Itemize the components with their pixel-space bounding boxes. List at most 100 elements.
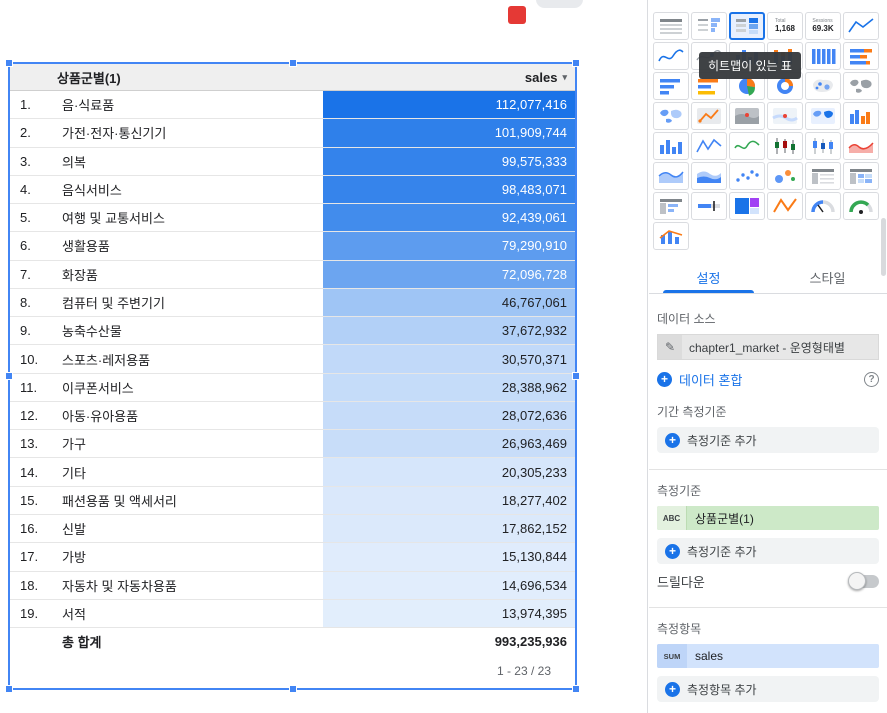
tab-style[interactable]: 스타일 (768, 262, 887, 293)
area-chart-icon[interactable] (653, 162, 689, 190)
scatter-chart-icon[interactable] (729, 162, 765, 190)
bubble-chart-icon[interactable] (767, 162, 803, 190)
table-row[interactable]: 7. 화장품 72,096,728 (10, 260, 575, 289)
selection-handle[interactable] (288, 685, 297, 693)
row-category: 농축수산물 (62, 324, 122, 340)
gauge-chart-icon[interactable] (805, 192, 841, 220)
row-index: 2. (20, 125, 31, 141)
candlestick-chart-icon[interactable] (767, 132, 803, 160)
pivot-table-icon[interactable] (805, 162, 841, 190)
report-canvas[interactable]: 상품군별(1) sales ▾ 1. 음·식료품 112,077,416 2. … (0, 0, 648, 713)
selection-handle[interactable] (572, 372, 580, 380)
add-dimension-button[interactable]: + 측정기준 추가 (657, 538, 879, 564)
chart-type-picker: Total 1,168 Sessions 69.3K (649, 0, 887, 256)
table-with-bars-icon[interactable] (691, 12, 727, 40)
panel-tabs: 설정 스타일 (649, 262, 887, 294)
table-row[interactable]: 17. 가방 15,130,844 (10, 543, 575, 572)
selection-handle[interactable] (572, 59, 580, 67)
table-row[interactable]: 13. 가구 26,963,469 (10, 430, 575, 459)
table-row[interactable]: 3. 의복 99,575,333 (10, 147, 575, 176)
add-metric-button[interactable]: + 측정항목 추가 (657, 676, 879, 702)
table-pagination[interactable]: 1 - 23 / 23 (10, 654, 575, 688)
candlestick-chart-2-icon[interactable] (805, 132, 841, 160)
route-map-icon[interactable] (691, 102, 727, 130)
row-index: 1. (20, 97, 31, 113)
table-row[interactable]: 4. 음식서비스 98,483,071 (10, 175, 575, 205)
dimension-chip[interactable]: ABC 상품군별(1) (657, 506, 879, 530)
filled-geo-map-icon[interactable] (653, 102, 689, 130)
add-date-dimension-button[interactable]: + 측정기준 추가 (657, 427, 879, 453)
row-value-heatcell: 99,575,333 (323, 147, 575, 175)
bullet-chart-icon[interactable] (691, 192, 727, 220)
table-row[interactable]: 12. 아동·유아용품 28,072,636 (10, 401, 575, 431)
toolbar-control-partial[interactable] (536, 0, 583, 8)
grouped-column-chart-icon[interactable] (843, 102, 879, 130)
choropleth-map-icon[interactable] (805, 102, 841, 130)
row-index: 3. (20, 153, 31, 169)
smooth-line-chart-icon[interactable] (729, 132, 765, 160)
time-series-icon[interactable] (843, 12, 879, 40)
row-value-heatcell: 28,388,962 (323, 373, 575, 401)
table-row[interactable]: 16. 신발 17,862,152 (10, 514, 575, 544)
blend-data-row[interactable]: + 데이터 혼합 ? (657, 370, 879, 389)
table-row[interactable]: 18. 자동차 및 자동차용품 14,696,534 (10, 571, 575, 600)
heat-map-icon[interactable] (729, 102, 765, 130)
sort-caret-icon: ▾ (562, 71, 567, 82)
bar-chart-icon[interactable] (653, 72, 689, 100)
table-row[interactable]: 14. 기타 20,305,233 (10, 458, 575, 487)
smoothed-time-series-icon[interactable] (653, 42, 689, 70)
selection-handle[interactable] (5, 372, 13, 380)
stacked-area-chart-icon[interactable] (691, 162, 727, 190)
geo-bubble-map-icon[interactable] (805, 72, 841, 100)
table-row[interactable]: 8. 컴퓨터 및 주변기기 46,767,061 (10, 288, 575, 318)
help-icon[interactable]: ? (864, 372, 879, 387)
dimension-column-header[interactable]: 상품군별(1) (10, 68, 323, 87)
drilldown-toggle[interactable] (848, 572, 879, 590)
100-stacked-column-chart-icon[interactable] (805, 42, 841, 70)
row-category: 가전·전자·통신기기 (62, 126, 167, 142)
stacked-bar-chart-icon[interactable] (843, 42, 879, 70)
table-row[interactable]: 5. 여행 및 교통서비스 92,439,061 (10, 204, 575, 233)
pivot-table-heatmap-icon[interactable] (843, 162, 879, 190)
selection-handle[interactable] (288, 59, 297, 67)
metric-chip[interactable]: SUM sales (657, 644, 879, 668)
table-row[interactable]: 2. 가전·전자·통신기기 101,909,744 (10, 119, 575, 148)
line-chart-icon[interactable] (691, 132, 727, 160)
heatmap-table-chart[interactable]: 상품군별(1) sales ▾ 1. 음·식료품 112,077,416 2. … (5, 59, 580, 693)
table-row[interactable]: 15. 패션용품 및 액세서리 18,277,402 (10, 486, 575, 515)
pivot-table-bars-icon[interactable] (653, 192, 689, 220)
table-row[interactable]: 1. 음·식료품 112,077,416 (10, 91, 575, 120)
data-source-chip[interactable]: ✎ chapter1_market - 운영형태별 (657, 334, 879, 360)
column-chart-single-icon[interactable] (653, 132, 689, 160)
selection-handle[interactable] (5, 59, 13, 67)
table-row[interactable]: 10. 스포츠·레저용품 30,570,371 (10, 345, 575, 374)
row-index: 16. (20, 521, 39, 537)
scorecard-compact-icon[interactable]: Sessions 69.3K (805, 12, 841, 40)
table-row[interactable]: 9. 농축수산물 37,672,932 (10, 317, 575, 346)
table-with-heatmap-icon[interactable] (729, 12, 765, 40)
table-row[interactable]: 11. 이쿠폰서비스 28,388,962 (10, 373, 575, 402)
treemap-chart-icon[interactable] (729, 192, 765, 220)
combo-chart-icon[interactable] (653, 222, 689, 250)
row-index: 12. (20, 408, 39, 424)
edit-pencil-icon[interactable]: ✎ (658, 335, 682, 359)
row-value-heatcell: 13,974,395 (323, 599, 575, 628)
selection-handle[interactable] (5, 685, 13, 693)
selected-color-swatch[interactable] (508, 6, 526, 24)
row-value-heatcell: 26,963,469 (323, 430, 575, 458)
google-map-icon[interactable] (767, 102, 803, 130)
geo-chart-icon[interactable] (843, 72, 879, 100)
metric-column-header[interactable]: sales ▾ (323, 70, 575, 85)
table-icon[interactable] (653, 12, 689, 40)
tab-settings[interactable]: 설정 (649, 262, 768, 293)
scorecard-icon[interactable]: Total 1,168 (767, 12, 803, 40)
table-row[interactable]: 6. 생활용품 79,290,910 (10, 232, 575, 261)
table-row[interactable]: 19. 서적 13,974,395 (10, 599, 575, 629)
row-index: 15. (20, 492, 39, 508)
panel-scrollbar[interactable] (881, 218, 886, 276)
area-chart-red-icon[interactable] (843, 132, 879, 160)
sparkline-chart-icon[interactable] (767, 192, 803, 220)
selection-handle[interactable] (572, 685, 580, 693)
gauge-chart-2-icon[interactable] (843, 192, 879, 220)
row-index: 4. (20, 181, 31, 197)
